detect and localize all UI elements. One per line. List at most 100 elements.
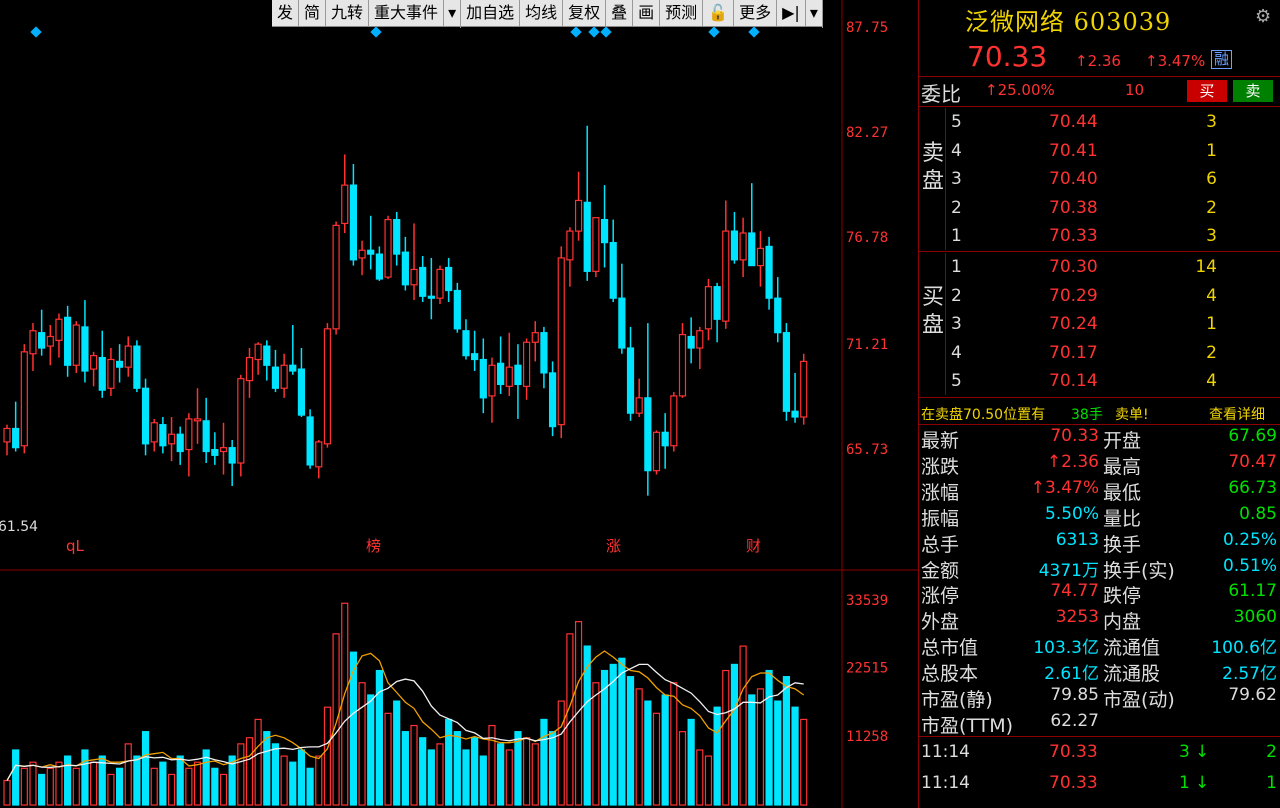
volume-bar [479,755,487,806]
volume-bar [774,700,782,806]
candle-body [124,345,132,368]
candle-body [782,332,791,412]
volume-bar [254,718,262,806]
chart-toolbar: 发简九转 重大事件 ▾ 加自选 均线 复权叠画预测 🔓 更多 ▶| ▾ [272,0,823,28]
tick-time: 11:14 [921,742,970,762]
toolbar-item[interactable]: 🔓 [703,0,735,26]
tick-count: 2 [1266,742,1277,762]
level: 4 [951,342,962,363]
ask-row[interactable]: 1 70.33 3 [919,222,1280,250]
volume-bar [618,657,626,806]
level-price: 70.41 [1049,140,1098,161]
candle-body [393,219,401,255]
candlestick-chart[interactable]: 87.75 82.27 76.78 71.21 65.73 61.54 qL 榜 涨 财 33539… [0,0,918,808]
stat-value: ↑2.36 [1046,451,1099,472]
event-marker-icon [600,26,612,38]
ask-row[interactable]: 3 70.40 6 [919,165,1280,193]
candle-body [739,232,747,261]
toolbar-item[interactable]: 叠 [606,0,634,26]
candle-body [574,199,583,232]
notice-text: 在卖盘70.50位置有 [921,407,1046,423]
toolbar-item[interactable]: 简 [299,0,327,26]
candle-body [341,184,349,225]
volume-bar [358,682,366,806]
volume-bar [393,700,401,806]
price-tick-label: 76.78 [846,230,888,246]
event-marker-icon [708,26,720,38]
ask-row[interactable]: 5 70.44 3 [919,108,1280,136]
stat-value: 79.85 [1050,685,1099,705]
candle-body [141,387,150,445]
bid-row[interactable]: 2 70.29 4 [919,282,1280,310]
sell-button[interactable]: 卖 [1233,80,1273,102]
candle-body [800,360,808,418]
volume-bar [652,712,661,806]
tick-time: 11:14 [921,773,970,793]
divider [919,76,1280,77]
level-volume: 14 [1195,257,1217,277]
notice-detail-link[interactable]: 查看详细 [1209,404,1265,424]
event-label: 财 [746,537,761,555]
bid-row[interactable]: 1 70.30 14 [919,253,1280,281]
gear-icon[interactable]: ⚙ [1255,6,1275,27]
candle-body [289,364,297,372]
toolbar-item[interactable]: 更多 [734,0,778,26]
level-price: 70.38 [1049,197,1098,218]
volume-bar [167,773,176,806]
toolbar-item[interactable]: 复权 [563,0,607,26]
toolbar-item[interactable]: 均线 [520,0,564,26]
volume-bar [678,731,687,806]
candle-body [557,257,565,426]
candle-body [756,247,765,267]
price-change-pct: ↑3.47% [1145,52,1206,70]
candle-body [722,230,730,322]
volume-bar [185,767,193,806]
volume-bar [730,663,739,806]
candle-body [748,232,756,267]
toolbar-item[interactable]: 预测 [660,0,704,26]
event-label: 榜 [366,537,381,555]
candle-body [29,330,37,355]
volume-bar [289,761,297,806]
toolbar-item[interactable]: 加自选 [461,0,521,26]
volume-bar [800,718,808,806]
volume-bar [64,755,72,806]
candle-body [358,249,366,259]
volume-bar [384,712,392,806]
ask-row[interactable]: 2 70.38 2 [919,194,1280,222]
toolbar-item[interactable]: ▾ [806,0,823,28]
buy-button[interactable]: 买 [1187,80,1227,102]
candle-body [306,416,314,466]
toolbar-item[interactable]: 重大事件 [369,0,445,26]
toolbar-item[interactable]: ▶| [777,0,806,26]
stat-label: 跌停 [1103,585,1142,608]
stat-value: 3060 [1233,607,1277,628]
event-marker-icon [588,26,600,38]
volume-bar [20,767,28,806]
toolbar-item[interactable]: 画 [633,0,661,26]
toolbar-item[interactable]: 九转 [326,0,370,26]
volume-bar [133,755,141,806]
toolbar-item[interactable]: 发 [272,0,300,26]
bid-row[interactable]: 5 70.14 4 [919,367,1280,395]
toolbar-item[interactable]: ▾ [444,0,462,28]
volume-bar [297,749,306,806]
ask-row[interactable]: 4 70.41 1 [919,137,1280,165]
level-volume: 1 [1206,314,1217,335]
stat-value: 2.57亿 [1222,664,1277,685]
kline-chart-area[interactable]: 87.75 82.27 76.78 71.21 65.73 61.54 qL 榜 涨 财 33539… [0,0,918,808]
price-tick-label: 82.27 [846,125,888,141]
tick-volume: 3 [1179,742,1190,762]
candle-body [696,330,704,349]
volume-bar [670,682,678,806]
tick-row: 11:14 70.33 1 ↓ 1 [919,771,1280,799]
bid-row[interactable]: 4 70.17 2 [919,339,1280,367]
stat-label: 流通值 [1103,637,1161,660]
volume-bar [427,749,435,806]
volume-bar [540,718,548,806]
volume-bar [219,773,228,806]
volume-bar [609,663,617,806]
bid-row[interactable]: 3 70.24 1 [919,310,1280,338]
candle-body [730,230,739,261]
price-tick-label: 65.73 [846,442,888,458]
